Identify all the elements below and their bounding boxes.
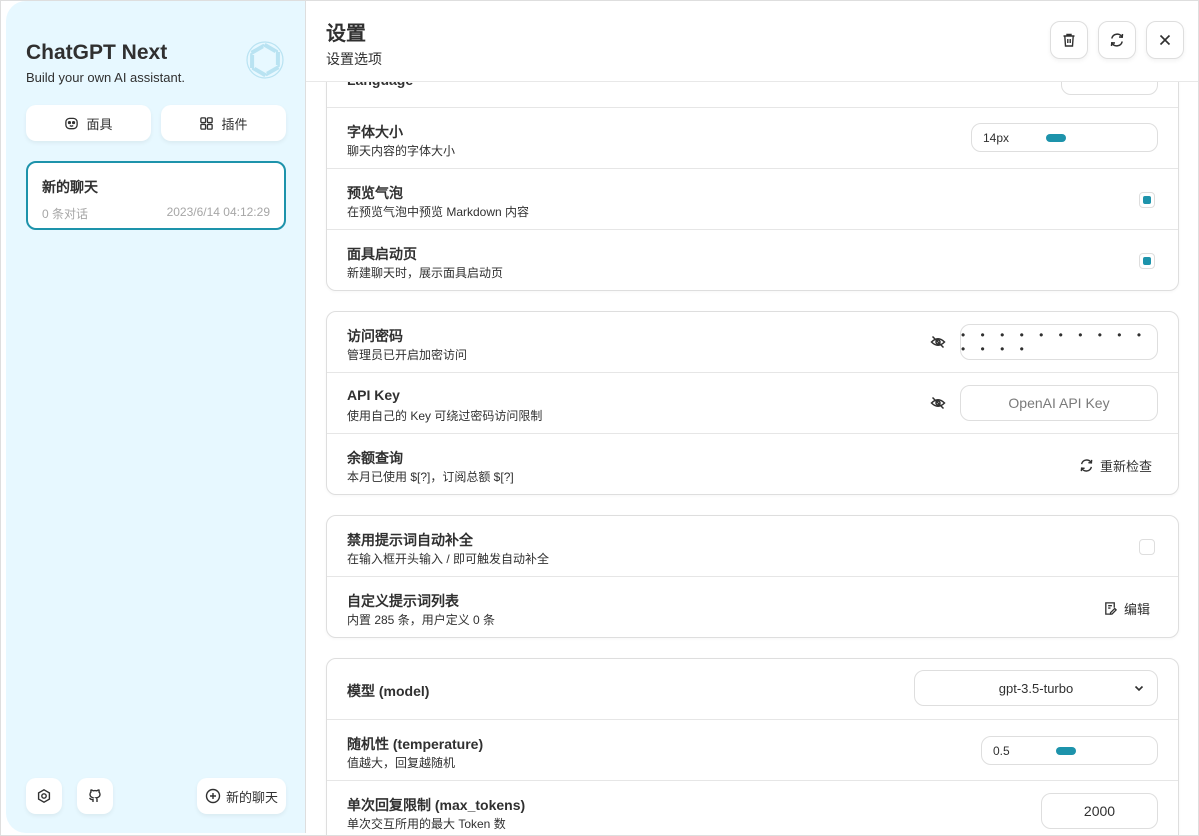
- model-title: 模型 (model): [347, 683, 430, 699]
- custom-prompts-title: 自定义提示词列表: [347, 593, 459, 609]
- settings-header: 设置 设置选项: [306, 1, 1198, 82]
- balance-title: 余额查询: [347, 450, 403, 466]
- temperature-slider-thumb[interactable]: [1056, 747, 1076, 755]
- settings-scroll-area[interactable]: Language 字体大小 聊天内容的字体大小 14px 预览气泡 在预览气泡中…: [306, 1, 1198, 835]
- settings-button[interactable]: [26, 778, 62, 814]
- font-size-row: 字体大小 聊天内容的字体大小 14px: [327, 108, 1178, 169]
- preview-bubble-desc: 在预览气泡中预览 Markdown 内容: [347, 205, 530, 219]
- temperature-desc: 值越大，回复越随机: [347, 756, 456, 770]
- preview-bubble-row: 预览气泡 在预览气泡中预览 Markdown 内容: [327, 169, 1178, 230]
- page-subtitle: 设置选项: [326, 51, 382, 67]
- access-code-title: 访问密码: [347, 328, 403, 344]
- balance-row: 余额查询 本月已使用 $[?]，订阅总额 $[?] 重新检查: [327, 434, 1178, 495]
- balance-desc: 本月已使用 $[?]，订阅总额 $[?]: [347, 470, 514, 484]
- disable-autocomplete-title: 禁用提示词自动补全: [347, 532, 473, 548]
- temperature-slider[interactable]: 0.5: [981, 736, 1158, 765]
- disable-autocomplete-row: 禁用提示词自动补全 在输入框开头输入 / 即可触发自动补全: [327, 516, 1178, 577]
- custom-prompts-row: 自定义提示词列表 内置 285 条，用户定义 0 条 编辑: [327, 577, 1178, 638]
- chat-message-count: 0 条对话: [42, 207, 89, 221]
- gear-icon: [37, 788, 51, 804]
- edit-label: 编辑: [1124, 601, 1151, 617]
- toggle-visibility-button[interactable]: [928, 332, 948, 352]
- eye-off-icon: [930, 396, 946, 410]
- disable-autocomplete-checkbox[interactable]: [1139, 539, 1155, 555]
- sidebar: ChatGPT Next Build your own AI assistant…: [6, 1, 306, 833]
- access-code-input[interactable]: • • • • • • • • • • • • • •: [960, 324, 1158, 360]
- font-size-slider[interactable]: 14px: [971, 123, 1158, 152]
- api-key-title: API Key: [347, 387, 400, 403]
- api-key-row: API Key 使用自己的 Key 可绕过密码访问限制 OpenAI API K…: [327, 373, 1178, 434]
- font-size-title: 字体大小: [347, 124, 403, 140]
- font-size-desc: 聊天内容的字体大小: [347, 144, 456, 158]
- plugin-button[interactable]: 插件: [161, 105, 286, 141]
- reset-button[interactable]: [1098, 21, 1136, 59]
- custom-prompts-desc: 内置 285 条，用户定义 0 条: [347, 613, 496, 627]
- mask-launch-checkbox[interactable]: [1139, 253, 1155, 269]
- model-row: 模型 (model) gpt-3.5-turbo: [327, 659, 1178, 720]
- max-tokens-row: 单次回复限制 (max_tokens) 单次交互所用的最大 Token 数 20…: [327, 781, 1178, 835]
- access-code-row: 访问密码 管理员已开启加密访问 • • • • • • • • • • • • …: [327, 312, 1178, 373]
- mask-button-label: 面具: [86, 116, 113, 132]
- access-code-desc: 管理员已开启加密访问: [347, 348, 468, 362]
- add-circle-icon: [205, 788, 221, 804]
- model-card: 模型 (model) gpt-3.5-turbo 随机性 (temperatur…: [326, 658, 1179, 835]
- refresh-icon: [1110, 33, 1124, 47]
- preview-bubble-title: 预览气泡: [347, 185, 403, 201]
- font-size-value: 14px: [983, 130, 1010, 145]
- temperature-title: 随机性 (temperature): [347, 736, 484, 752]
- brand-subtitle: Build your own AI assistant.: [26, 70, 185, 85]
- temperature-row: 随机性 (temperature) 值越大，回复越随机 0.5: [327, 720, 1178, 781]
- max-tokens-desc: 单次交互所用的最大 Token 数: [347, 817, 506, 831]
- mask-launch-row: 面具启动页 新建聊天时，展示面具启动页: [327, 230, 1178, 291]
- toggle-visibility-button[interactable]: [928, 393, 948, 413]
- preview-bubble-checkbox[interactable]: [1139, 192, 1155, 208]
- recheck-button[interactable]: 重新检查: [1069, 449, 1162, 481]
- model-value: gpt-3.5-turbo: [998, 680, 1074, 696]
- close-button[interactable]: [1146, 21, 1184, 59]
- edit-icon: [1105, 601, 1118, 615]
- close-icon: [1159, 34, 1171, 46]
- app-window: ChatGPT Next Build your own AI assistant…: [0, 0, 1199, 836]
- api-key-input[interactable]: OpenAI API Key: [960, 385, 1158, 421]
- max-tokens-input[interactable]: 2000: [1041, 793, 1158, 829]
- trash-icon: [1063, 33, 1075, 47]
- model-select[interactable]: gpt-3.5-turbo: [914, 670, 1158, 706]
- chat-list-item[interactable]: 新的聊天 0 条对话 2023/6/14 04:12:29: [26, 161, 286, 230]
- disable-autocomplete-desc: 在输入框开头输入 / 即可触发自动补全: [347, 552, 550, 566]
- grid-icon: [200, 116, 214, 130]
- brand-title: ChatGPT Next: [26, 41, 168, 64]
- access-card: 访问密码 管理员已开启加密访问 • • • • • • • • • • • • …: [326, 311, 1179, 495]
- eye-off-icon: [930, 335, 946, 349]
- clear-data-button[interactable]: [1050, 21, 1088, 59]
- mask-launch-desc: 新建聊天时，展示面具启动页: [347, 266, 504, 280]
- chat-title: 新的聊天: [42, 179, 98, 195]
- chevron-down-icon: [1134, 685, 1144, 692]
- plugin-button-label: 插件: [221, 116, 248, 132]
- temperature-value: 0.5: [993, 743, 1010, 758]
- prompt-card: 禁用提示词自动补全 在输入框开头输入 / 即可触发自动补全 自定义提示词列表 内…: [326, 515, 1179, 638]
- new-chat-button[interactable]: 新的聊天: [197, 778, 286, 814]
- mask-face-icon: [65, 117, 79, 129]
- mask-launch-title: 面具启动页: [347, 246, 417, 262]
- edit-prompts-button[interactable]: 编辑: [1093, 592, 1160, 624]
- font-size-slider-thumb[interactable]: [1046, 134, 1066, 142]
- mask-button[interactable]: 面具: [26, 105, 151, 141]
- new-chat-label: 新的聊天: [225, 789, 278, 805]
- refresh-icon: [1080, 458, 1093, 472]
- github-icon: [88, 789, 101, 802]
- openai-logo-icon: [246, 41, 284, 79]
- chat-timestamp: 2023/6/14 04:12:29: [166, 205, 270, 219]
- max-tokens-title: 单次回复限制 (max_tokens): [347, 797, 526, 813]
- page-title: 设置: [326, 23, 366, 45]
- api-key-desc: 使用自己的 Key 可绕过密码访问限制: [347, 409, 543, 423]
- recheck-label: 重新检查: [1100, 458, 1153, 474]
- github-button[interactable]: [77, 778, 113, 814]
- settings-panel: Language 字体大小 聊天内容的字体大小 14px 预览气泡 在预览气泡中…: [306, 1, 1198, 835]
